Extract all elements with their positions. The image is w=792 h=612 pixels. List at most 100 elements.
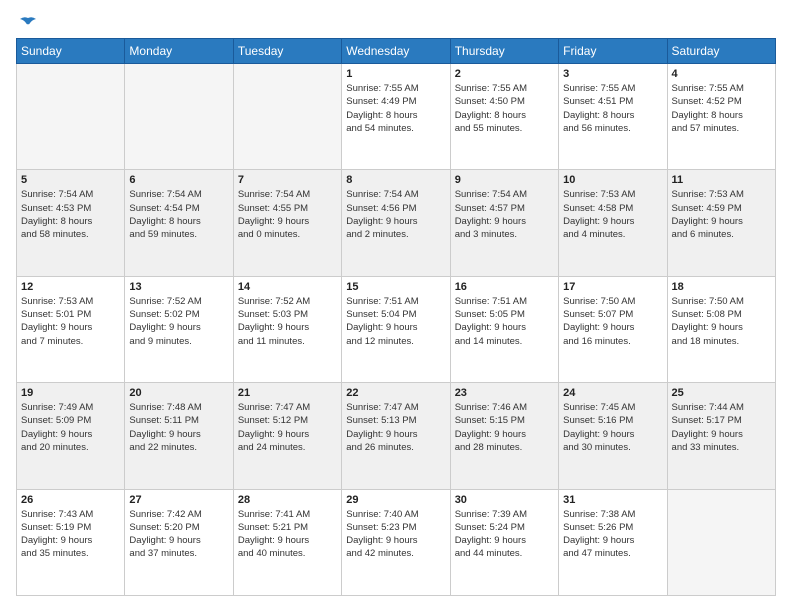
calendar-cell: 17 Sunrise: 7:50 AMSunset: 5:07 PMDayligh… bbox=[559, 276, 667, 382]
calendar-cell: 18 Sunrise: 7:50 AMSunset: 5:08 PMDayligh… bbox=[667, 276, 775, 382]
calendar-header: Sunday Monday Tuesday Wednesday Thursday… bbox=[17, 39, 776, 64]
day-info: Sunrise: 7:38 AMSunset: 5:26 PMDaylight:… bbox=[563, 508, 662, 561]
week-row-5: 26Sunrise: 7:43 AMSunset: 5:19 PMDayligh… bbox=[17, 489, 776, 595]
calendar-cell: 8 Sunrise: 7:54 AMSunset: 4:56 PMDaylight… bbox=[342, 170, 450, 276]
day-number: 8 bbox=[346, 174, 445, 186]
week-row-2: 5 Sunrise: 7:54 AMSunset: 4:53 PMDaylight… bbox=[17, 170, 776, 276]
day-number: 2 bbox=[455, 68, 554, 80]
calendar-cell: 13 Sunrise: 7:52 AMSunset: 5:02 PMDayligh… bbox=[125, 276, 233, 382]
day-number: 5 bbox=[21, 174, 120, 186]
calendar-cell: 11Sunrise: 7:53 AMSunset: 4:59 PMDayligh… bbox=[667, 170, 775, 276]
day-number: 21 bbox=[238, 387, 337, 399]
day-info: Sunrise: 7:52 AMSunset: 5:02 PMDaylight:… bbox=[129, 295, 228, 348]
calendar-cell bbox=[125, 64, 233, 170]
day-info: Sunrise: 7:53 AMSunset: 4:58 PMDaylight:… bbox=[563, 188, 662, 241]
day-number: 10 bbox=[563, 174, 662, 186]
day-number: 22 bbox=[346, 387, 445, 399]
day-info: Sunrise: 7:52 AMSunset: 5:03 PMDaylight:… bbox=[238, 295, 337, 348]
calendar-cell: 23 Sunrise: 7:46 AMSunset: 5:15 PMDayligh… bbox=[450, 383, 558, 489]
calendar-cell: 14 Sunrise: 7:52 AMSunset: 5:03 PMDayligh… bbox=[233, 276, 341, 382]
day-number: 19 bbox=[21, 387, 120, 399]
day-info: Sunrise: 7:55 AMSunset: 4:49 PMDaylight:… bbox=[346, 82, 445, 135]
day-number: 15 bbox=[346, 281, 445, 293]
day-number: 7 bbox=[238, 174, 337, 186]
calendar-cell: 20Sunrise: 7:48 AMSunset: 5:11 PMDayligh… bbox=[125, 383, 233, 489]
day-info: Sunrise: 7:49 AMSunset: 5:09 PMDaylight:… bbox=[21, 401, 120, 454]
day-info: Sunrise: 7:42 AMSunset: 5:20 PMDaylight:… bbox=[129, 508, 228, 561]
day-number: 26 bbox=[21, 494, 120, 506]
calendar-cell: 1Sunrise: 7:55 AMSunset: 4:49 PMDaylight… bbox=[342, 64, 450, 170]
day-info: Sunrise: 7:54 AMSunset: 4:53 PMDaylight:… bbox=[21, 188, 120, 241]
calendar-cell: 19 Sunrise: 7:49 AMSunset: 5:09 PMDayligh… bbox=[17, 383, 125, 489]
header bbox=[16, 16, 776, 28]
day-info: Sunrise: 7:51 AMSunset: 5:05 PMDaylight:… bbox=[455, 295, 554, 348]
day-info: Sunrise: 7:55 AMSunset: 4:52 PMDaylight:… bbox=[672, 82, 771, 135]
day-number: 13 bbox=[129, 281, 228, 293]
calendar-cell: 3 Sunrise: 7:55 AMSunset: 4:51 PMDaylight… bbox=[559, 64, 667, 170]
calendar-cell: 4 Sunrise: 7:55 AMSunset: 4:52 PMDaylight… bbox=[667, 64, 775, 170]
calendar-cell: 6 Sunrise: 7:54 AMSunset: 4:54 PMDaylight… bbox=[125, 170, 233, 276]
day-number: 30 bbox=[455, 494, 554, 506]
day-info: Sunrise: 7:40 AMSunset: 5:23 PMDaylight:… bbox=[346, 508, 445, 561]
day-info: Sunrise: 7:41 AMSunset: 5:21 PMDaylight:… bbox=[238, 508, 337, 561]
header-thursday: Thursday bbox=[450, 39, 558, 64]
header-wednesday: Wednesday bbox=[342, 39, 450, 64]
day-info: Sunrise: 7:39 AMSunset: 5:24 PMDaylight:… bbox=[455, 508, 554, 561]
day-info: Sunrise: 7:47 AMSunset: 5:12 PMDaylight:… bbox=[238, 401, 337, 454]
day-number: 31 bbox=[563, 494, 662, 506]
calendar-cell: 7 Sunrise: 7:54 AMSunset: 4:55 PMDaylight… bbox=[233, 170, 341, 276]
day-number: 6 bbox=[129, 174, 228, 186]
header-row: Sunday Monday Tuesday Wednesday Thursday… bbox=[17, 39, 776, 64]
day-info: Sunrise: 7:54 AMSunset: 4:56 PMDaylight:… bbox=[346, 188, 445, 241]
week-row-3: 12 Sunrise: 7:53 AMSunset: 5:01 PMDayligh… bbox=[17, 276, 776, 382]
header-saturday: Saturday bbox=[667, 39, 775, 64]
calendar-cell: 22Sunrise: 7:47 AMSunset: 5:13 PMDayligh… bbox=[342, 383, 450, 489]
day-number: 17 bbox=[563, 281, 662, 293]
day-info: Sunrise: 7:44 AMSunset: 5:17 PMDaylight:… bbox=[672, 401, 771, 454]
day-number: 12 bbox=[21, 281, 120, 293]
calendar-cell: 30 Sunrise: 7:39 AMSunset: 5:24 PMDayligh… bbox=[450, 489, 558, 595]
calendar-cell: 12 Sunrise: 7:53 AMSunset: 5:01 PMDayligh… bbox=[17, 276, 125, 382]
header-tuesday: Tuesday bbox=[233, 39, 341, 64]
day-info: Sunrise: 7:45 AMSunset: 5:16 PMDaylight:… bbox=[563, 401, 662, 454]
day-info: Sunrise: 7:54 AMSunset: 4:54 PMDaylight:… bbox=[129, 188, 228, 241]
week-row-1: 1Sunrise: 7:55 AMSunset: 4:49 PMDaylight… bbox=[17, 64, 776, 170]
day-info: Sunrise: 7:46 AMSunset: 5:15 PMDaylight:… bbox=[455, 401, 554, 454]
day-number: 23 bbox=[455, 387, 554, 399]
day-number: 20 bbox=[129, 387, 228, 399]
header-sunday: Sunday bbox=[17, 39, 125, 64]
day-number: 3 bbox=[563, 68, 662, 80]
day-number: 14 bbox=[238, 281, 337, 293]
calendar-cell: 26Sunrise: 7:43 AMSunset: 5:19 PMDayligh… bbox=[17, 489, 125, 595]
logo-bird-icon bbox=[18, 16, 38, 32]
calendar-cell: 28Sunrise: 7:41 AMSunset: 5:21 PMDayligh… bbox=[233, 489, 341, 595]
day-number: 18 bbox=[672, 281, 771, 293]
calendar-cell: 9Sunrise: 7:54 AMSunset: 4:57 PMDaylight… bbox=[450, 170, 558, 276]
day-info: Sunrise: 7:50 AMSunset: 5:07 PMDaylight:… bbox=[563, 295, 662, 348]
day-info: Sunrise: 7:53 AMSunset: 4:59 PMDaylight:… bbox=[672, 188, 771, 241]
calendar-cell bbox=[233, 64, 341, 170]
day-info: Sunrise: 7:55 AMSunset: 4:51 PMDaylight:… bbox=[563, 82, 662, 135]
day-info: Sunrise: 7:51 AMSunset: 5:04 PMDaylight:… bbox=[346, 295, 445, 348]
header-friday: Friday bbox=[559, 39, 667, 64]
calendar-cell: 29 Sunrise: 7:40 AMSunset: 5:23 PMDayligh… bbox=[342, 489, 450, 595]
day-number: 29 bbox=[346, 494, 445, 506]
calendar-cell bbox=[667, 489, 775, 595]
page: Sunday Monday Tuesday Wednesday Thursday… bbox=[0, 0, 792, 612]
calendar-cell: 5 Sunrise: 7:54 AMSunset: 4:53 PMDaylight… bbox=[17, 170, 125, 276]
day-info: Sunrise: 7:50 AMSunset: 5:08 PMDaylight:… bbox=[672, 295, 771, 348]
day-info: Sunrise: 7:53 AMSunset: 5:01 PMDaylight:… bbox=[21, 295, 120, 348]
calendar-cell: 2Sunrise: 7:55 AMSunset: 4:50 PMDaylight… bbox=[450, 64, 558, 170]
calendar-cell: 16Sunrise: 7:51 AMSunset: 5:05 PMDayligh… bbox=[450, 276, 558, 382]
calendar-table: Sunday Monday Tuesday Wednesday Thursday… bbox=[16, 38, 776, 596]
calendar-cell: 31 Sunrise: 7:38 AMSunset: 5:26 PMDayligh… bbox=[559, 489, 667, 595]
calendar-cell bbox=[17, 64, 125, 170]
day-info: Sunrise: 7:54 AMSunset: 4:57 PMDaylight:… bbox=[455, 188, 554, 241]
calendar-cell: 24 Sunrise: 7:45 AMSunset: 5:16 PMDayligh… bbox=[559, 383, 667, 489]
day-info: Sunrise: 7:54 AMSunset: 4:55 PMDaylight:… bbox=[238, 188, 337, 241]
day-number: 24 bbox=[563, 387, 662, 399]
day-number: 4 bbox=[672, 68, 771, 80]
week-row-4: 19 Sunrise: 7:49 AMSunset: 5:09 PMDayligh… bbox=[17, 383, 776, 489]
calendar-cell: 15 Sunrise: 7:51 AMSunset: 5:04 PMDayligh… bbox=[342, 276, 450, 382]
calendar-body: 1Sunrise: 7:55 AMSunset: 4:49 PMDaylight… bbox=[17, 64, 776, 596]
